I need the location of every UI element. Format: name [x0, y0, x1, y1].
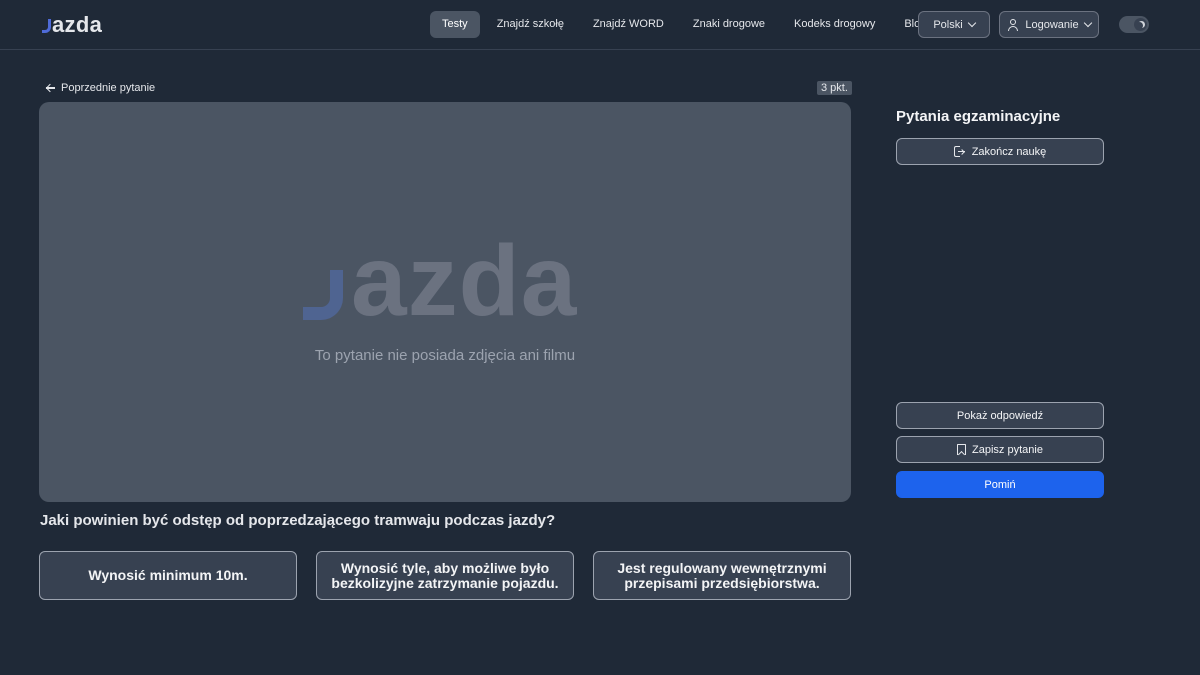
nav-item-tests[interactable]: Testy	[430, 11, 480, 38]
user-icon	[1007, 18, 1019, 31]
login-label: Logowanie	[1025, 18, 1079, 31]
exit-icon	[953, 146, 966, 157]
skip-button[interactable]: Pomiń	[896, 471, 1104, 498]
toggle-knob	[1134, 18, 1147, 31]
show-answer-button[interactable]: Pokaż odpowiedź	[896, 402, 1104, 429]
arrow-left-icon	[45, 83, 55, 93]
show-answer-label: Pokaż odpowiedź	[956, 409, 1044, 422]
save-question-label: Zapisz pytanie	[972, 443, 1043, 456]
question-text: Jaki powinien być odstęp od poprzedzając…	[40, 512, 556, 529]
nav-item-highway-code[interactable]: Kodeks drogowy	[782, 11, 887, 38]
skip-label: Pomiń	[984, 478, 1016, 491]
moon-icon	[1136, 22, 1143, 29]
nav-item-road-signs[interactable]: Znaki drogowe	[681, 11, 777, 38]
points-badge: 3 pkt.	[817, 81, 852, 95]
side-panel-title: Pytania egzaminacyjne	[896, 108, 1061, 125]
previous-question-link[interactable]: Poprzednie pytanie	[45, 81, 155, 95]
logo-mark-icon	[42, 19, 51, 33]
language-select[interactable]: Polski	[918, 11, 990, 38]
answer-option-2[interactable]: Wynosić tyle, aby możliwe było bezkolizy…	[316, 551, 574, 600]
chevron-down-icon	[1083, 18, 1092, 28]
nav-item-find-school[interactable]: Znajdź szkołę	[485, 11, 576, 38]
previous-question-label: Poprzednie pytanie	[61, 82, 156, 94]
question-media: azda To pytanie nie posiada zdjęcia ani …	[39, 102, 851, 502]
logo-text: azda	[52, 12, 103, 37]
logo[interactable]: azda	[42, 12, 102, 36]
bookmark-icon	[957, 444, 967, 455]
placeholder-logo-text: azda	[351, 225, 578, 337]
finish-learning-label: Zakończ naukę	[971, 145, 1047, 158]
top-navbar: azda Testy Znajdź szkołę Znajdź WORD Zna…	[0, 0, 1200, 50]
answer-option-3[interactable]: Jest regulowany wewnętrznymi przepisami …	[593, 551, 851, 600]
login-button[interactable]: Logowanie	[999, 11, 1099, 38]
language-label: Polski	[933, 18, 963, 31]
no-media-caption: To pytanie nie posiada zdjęcia ani filmu	[314, 347, 576, 364]
answer-option-1[interactable]: Wynosić minimum 10m.	[39, 551, 297, 600]
theme-toggle[interactable]	[1119, 16, 1149, 33]
nav-item-find-word[interactable]: Znajdź WORD	[581, 11, 676, 38]
finish-learning-button[interactable]: Zakończ naukę	[896, 138, 1104, 165]
main-nav: Testy Znajdź szkołę Znajdź WORD Znaki dr…	[430, 11, 943, 38]
placeholder-logo: azda	[303, 225, 578, 337]
save-question-button[interactable]: Zapisz pytanie	[896, 436, 1104, 463]
logo-mark-icon	[303, 270, 343, 320]
chevron-down-icon	[967, 18, 976, 28]
